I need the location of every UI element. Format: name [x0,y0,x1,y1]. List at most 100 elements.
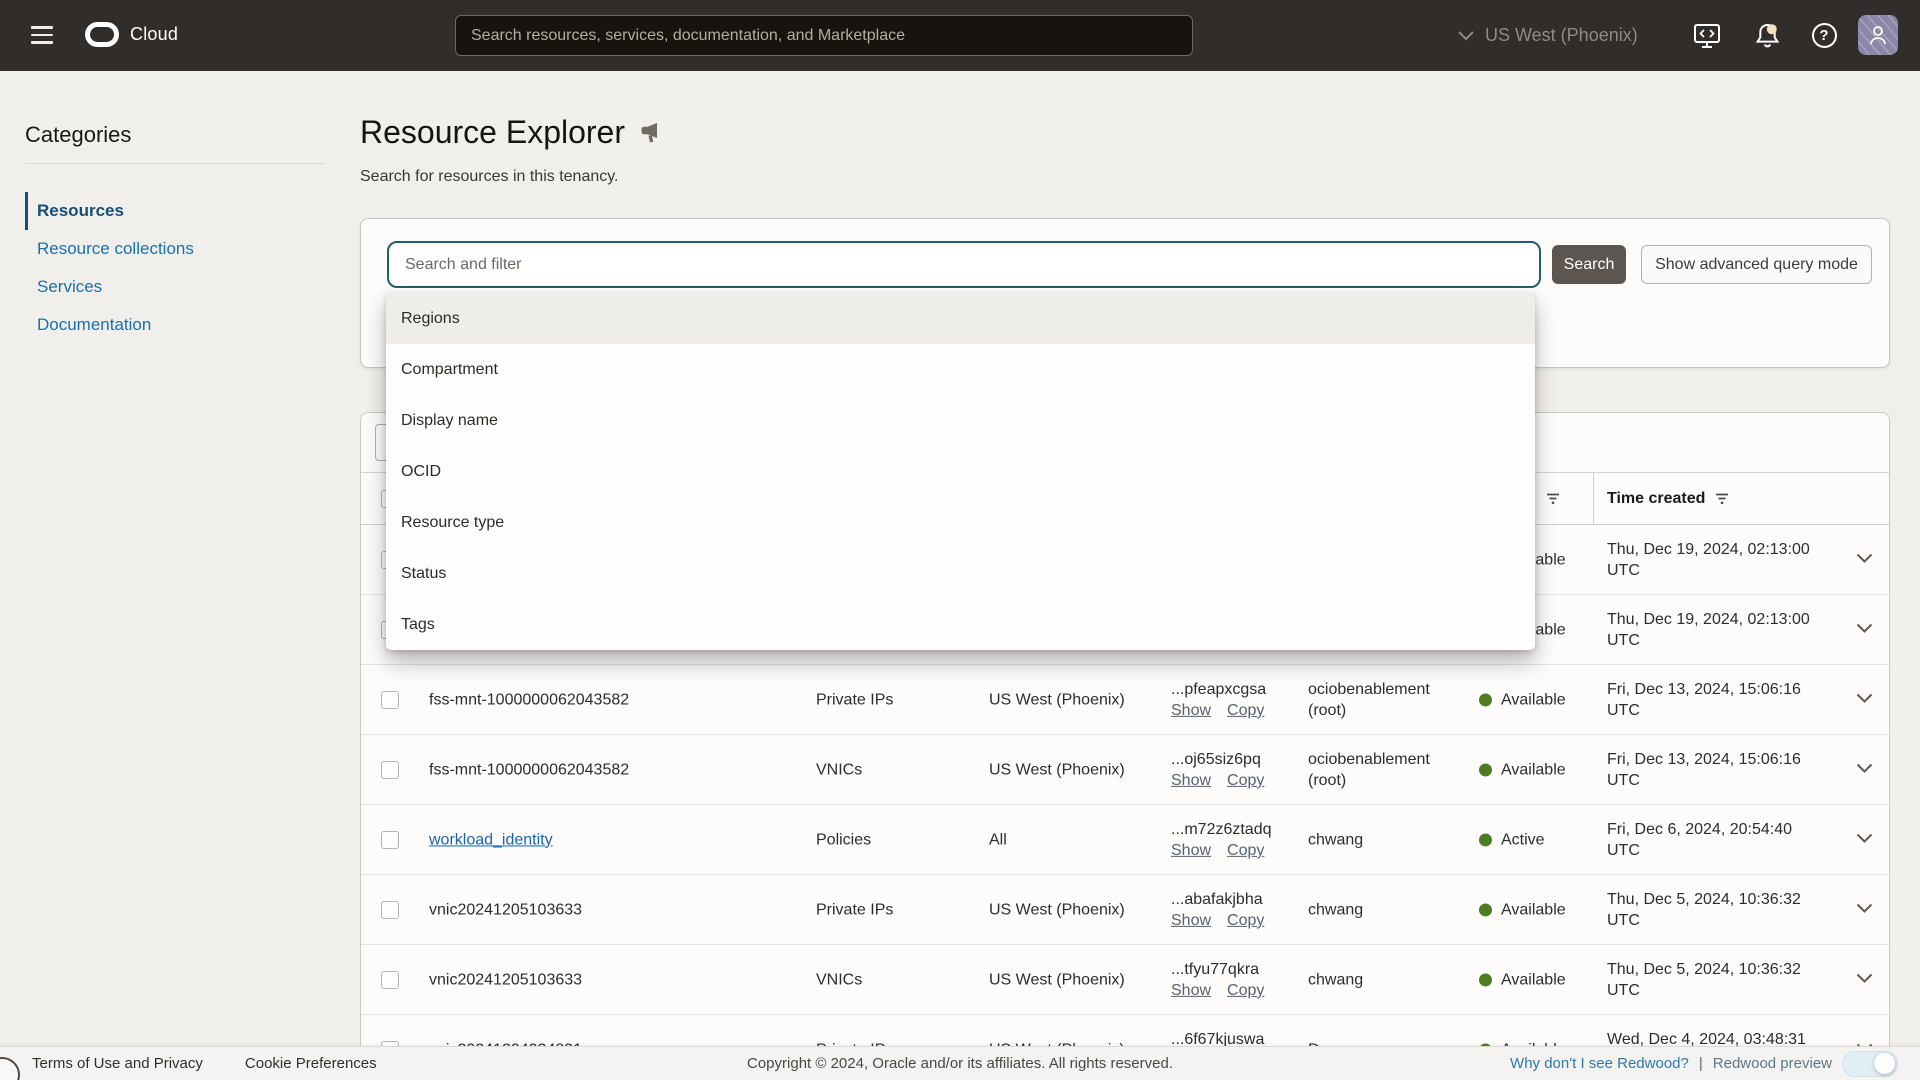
row-time-created: Wed, Dec 4, 2024, 03:48:31 UTC [1607,1028,1825,1046]
hamburger-menu-icon[interactable] [31,26,53,44]
ocid-value: ...pfeapxcgsa [1171,680,1266,697]
table-row: fss-mnt-1000000062043582 VNICs US West (… [361,735,1889,805]
notifications-bell-icon[interactable] [1749,0,1785,71]
ocid-value: ...6f67kjuswa [1171,1030,1264,1046]
row-time-created: Fri, Dec 13, 2024, 15:06:16 UTC [1607,748,1825,790]
dropdown-item-resource-type[interactable]: Resource type [386,497,1535,548]
row-resource-type: Private IPs [816,689,976,710]
redwood-help-link[interactable]: Why don't I see Redwood? [1510,1055,1689,1072]
status-label: Available [1501,1039,1566,1046]
sidebar-item-documentation[interactable]: Documentation [25,306,325,344]
row-region: US West (Phoenix) [989,969,1164,990]
row-expand-chevron-icon[interactable] [1856,831,1873,849]
time-created-sort-icon[interactable] [1714,491,1730,506]
copy-ocid-link[interactable]: Copy [1227,772,1264,789]
status-label: Available [1501,969,1566,990]
column-divider [1593,473,1594,524]
show-ocid-link[interactable]: Show [1171,982,1211,999]
cookie-preferences-link[interactable]: Cookie Preferences [245,1055,377,1072]
row-checkbox[interactable] [381,901,399,919]
row-time-created: Thu, Dec 5, 2024, 10:36:32 UTC [1607,888,1825,930]
copy-ocid-link[interactable]: Copy [1227,982,1264,999]
status-label: Available [1501,759,1566,780]
row-resource-type: VNICs [816,759,976,780]
row-ocid: ...tfyu77qkra ShowCopy [1171,958,1311,1000]
dropdown-item-display-name[interactable]: Display name [386,395,1535,446]
copyright-text: Copyright © 2024, Oracle and/or its affi… [747,1055,1173,1072]
table-row: fss-mnt-1000000062043582 Private IPs US … [361,665,1889,735]
sidebar-item-resources[interactable]: Resources [25,192,325,230]
chevron-down-icon [1458,31,1474,41]
help-icon[interactable]: ? [1806,0,1842,71]
status-label: Available [1501,689,1566,710]
cloud-shell-icon[interactable] [1689,0,1725,71]
terms-link[interactable]: Terms of Use and Privacy [32,1055,203,1072]
sidebar-item-services[interactable]: Services [25,268,325,306]
sidebar-category-list: ResourcesResource collectionsServicesDoc… [25,192,325,344]
row-resource-type: Private IPs [816,899,976,920]
row-expand-chevron-icon[interactable] [1856,551,1873,569]
announcements-megaphone-icon[interactable] [639,121,665,145]
status-label: Available [1501,899,1566,920]
row-expand-chevron-icon[interactable] [1856,691,1873,709]
row-resource-type: Policies [816,829,976,850]
time-created-column-header[interactable]: Time created [1607,490,1730,508]
dropdown-item-ocid[interactable]: OCID [386,446,1535,497]
user-avatar[interactable] [1858,15,1898,55]
row-expand-chevron-icon[interactable] [1856,621,1873,639]
show-ocid-link[interactable]: Show [1171,702,1211,719]
show-ocid-link[interactable]: Show [1171,772,1211,789]
row-expand-chevron-icon[interactable] [1856,901,1873,919]
advanced-query-mode-button[interactable]: Show advanced query mode [1641,245,1872,284]
row-ocid: ...6f67kjuswa ShowCopy [1171,1028,1311,1046]
footer-separator: | [1699,1055,1703,1072]
row-compartment: chwang [1308,829,1466,850]
region-selector[interactable]: US West (Phoenix) [1458,0,1638,71]
row-state: Available [1479,759,1566,780]
row-display-name[interactable]: workload_identity [429,829,799,850]
dropdown-item-compartment[interactable]: Compartment [386,344,1535,395]
row-state: Available [1479,899,1566,920]
row-time-created: Fri, Dec 13, 2024, 15:06:16 UTC [1607,678,1825,720]
search-button[interactable]: Search [1552,245,1626,284]
show-ocid-link[interactable]: Show [1171,842,1211,859]
row-expand-chevron-icon[interactable] [1856,971,1873,989]
redwood-preview-toggle[interactable] [1842,1051,1898,1077]
row-region: All [989,829,1164,850]
sidebar-item-resource-collections[interactable]: Resource collections [25,230,325,268]
row-region: US West (Phoenix) [989,689,1164,710]
row-checkbox[interactable] [381,971,399,989]
dropdown-item-status[interactable]: Status [386,548,1535,599]
resource-filter-input[interactable] [387,241,1541,288]
row-checkbox[interactable] [381,691,399,709]
ocid-value: ...abafakjbha [1171,890,1263,907]
copy-ocid-link[interactable]: Copy [1227,702,1264,719]
global-search-input[interactable] [455,15,1193,56]
footer: Terms of Use and Privacy Cookie Preferen… [0,1046,1920,1080]
row-checkbox[interactable] [381,831,399,849]
row-time-created: Thu, Dec 19, 2024, 02:13:00 UTC [1607,538,1825,580]
table-row: vnic20241205103633 VNICs US West (Phoeni… [361,945,1889,1015]
row-ocid: ...pfeapxcgsa Show Copy [1171,678,1311,720]
row-compartment: ociobenablement (root) [1308,678,1466,720]
dropdown-item-tags[interactable]: Tags [386,599,1535,650]
copy-ocid-link[interactable]: Copy [1227,842,1264,859]
row-compartment: ociobenablement (root) [1308,748,1466,790]
ocid-value: ...m72z6ztadq [1171,820,1272,837]
row-resource-type: Private IPs [816,1039,976,1046]
dropdown-item-regions[interactable]: Regions [386,293,1535,344]
status-dot [1479,973,1492,986]
show-ocid-link[interactable]: Show [1171,912,1211,929]
row-display-name: vnic20241205103633 [429,969,799,990]
sidebar-divider [25,163,325,164]
status-dot [1479,763,1492,776]
row-expand-chevron-icon[interactable] [1856,761,1873,779]
categories-heading: Categories [25,122,131,148]
ocid-value: ...oj65siz6pq [1171,750,1261,767]
row-checkbox[interactable] [381,761,399,779]
copy-ocid-link[interactable]: Copy [1227,912,1264,929]
row-state: Available [1479,689,1566,710]
oracle-cloud-logo[interactable]: Cloud [85,22,178,47]
state-column-sort-icon[interactable] [1545,491,1561,511]
row-display-name: vnic20241204034831 [429,1039,799,1046]
